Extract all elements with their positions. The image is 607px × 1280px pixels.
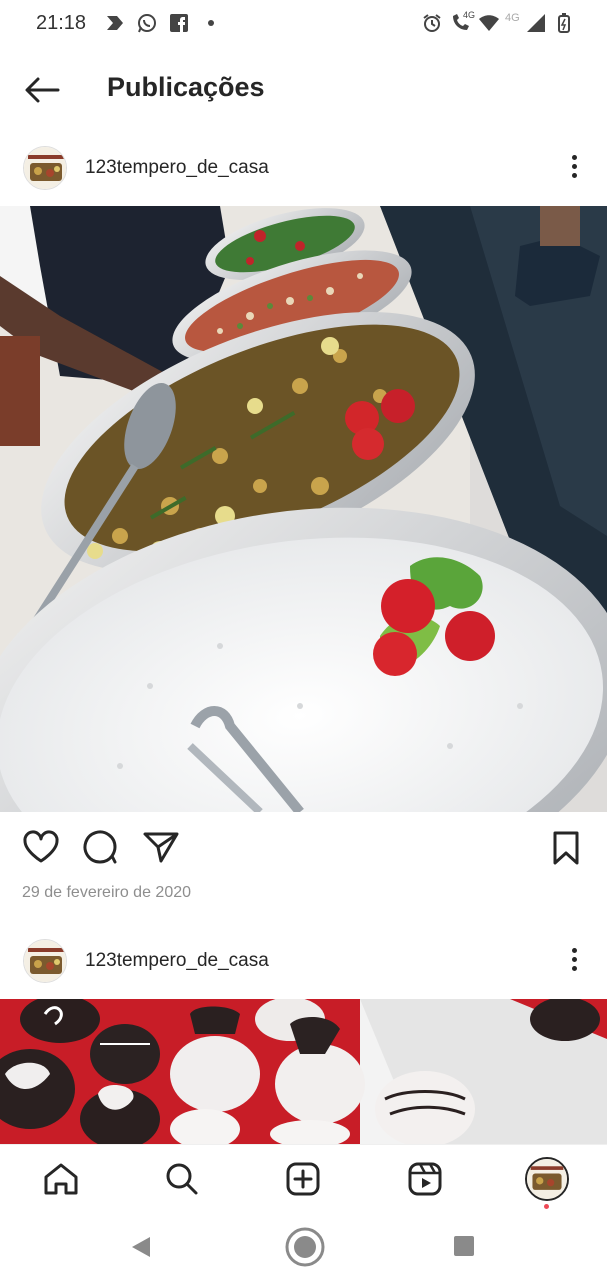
post-username[interactable]: 123tempero_de_casa (85, 157, 269, 179)
avatar[interactable] (23, 146, 67, 190)
dot-icon (208, 20, 214, 26)
post-photo[interactable] (0, 206, 607, 812)
more-options-icon[interactable] (562, 945, 586, 975)
search-icon[interactable] (165, 1162, 199, 1196)
share-icon[interactable] (142, 830, 180, 864)
dessert-photo-image (0, 999, 607, 1144)
notification-dot (544, 1204, 549, 1209)
page-title: Publicações (107, 72, 265, 102)
avatar-image (24, 940, 66, 982)
home-circle-icon[interactable] (283, 1225, 327, 1269)
signal-icon (527, 14, 545, 32)
facebook-icon (170, 14, 188, 32)
page-header: Publicações (0, 56, 607, 120)
post-username[interactable]: 123tempero_de_casa (85, 950, 269, 972)
whatsapp-icon (138, 14, 156, 33)
alarm-icon (423, 14, 441, 32)
back-arrow-icon[interactable] (22, 74, 62, 106)
bookmark-icon[interactable] (550, 830, 582, 866)
post-date: 29 de fevereiro de 2020 (22, 884, 192, 901)
reels-icon[interactable] (408, 1162, 442, 1196)
status-time: 21:18 (36, 12, 87, 34)
home-icon[interactable] (43, 1162, 79, 1196)
status-bar: 21:18 4G 4G (0, 0, 607, 48)
profile-avatar[interactable] (525, 1157, 569, 1201)
wifi-icon (479, 15, 499, 31)
system-navigation (0, 1216, 607, 1280)
post-actions-bar (0, 822, 607, 870)
signal-label-4g-1: 4G (463, 10, 476, 20)
cast-icon (107, 16, 123, 30)
avatar[interactable] (23, 939, 67, 983)
bottom-navigation (0, 1144, 607, 1217)
back-icon[interactable] (128, 1234, 154, 1260)
post-header: 123tempero_de_casa (0, 140, 607, 196)
post-header: 123tempero_de_casa (0, 933, 607, 989)
more-options-icon[interactable] (562, 152, 586, 182)
signal-label-4g-2: 4G (505, 12, 520, 24)
comment-icon[interactable] (82, 830, 118, 864)
heart-icon[interactable] (22, 830, 60, 864)
battery-icon (558, 13, 570, 33)
food-photo-image (0, 206, 607, 812)
post-photo[interactable] (0, 999, 607, 1144)
avatar-image (24, 147, 66, 189)
new-post-icon[interactable] (286, 1162, 320, 1196)
avatar-image (527, 1159, 567, 1199)
recents-icon[interactable] (452, 1234, 476, 1258)
